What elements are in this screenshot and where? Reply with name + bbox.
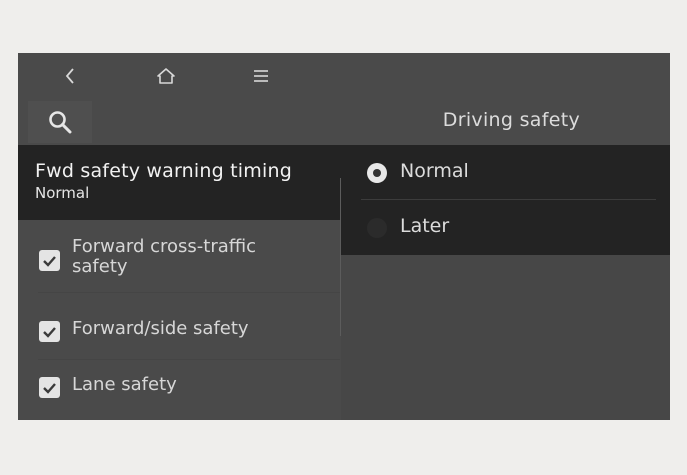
search-button[interactable] <box>28 101 92 143</box>
setting-value: Normal <box>35 184 90 202</box>
setting-lane-safety[interactable]: Lane safety <box>18 363 340 413</box>
options-empty-area <box>341 255 670 420</box>
setting-label: Forward/side safety <box>72 318 249 339</box>
radio-selected-icon[interactable] <box>367 163 387 183</box>
setting-forward-side-safety[interactable]: Forward/side safety <box>18 305 340 361</box>
checkbox[interactable] <box>39 377 60 398</box>
setting-forward-cross-traffic-safety[interactable]: Forward cross-traffic safety <box>18 237 340 295</box>
checkmark-icon <box>43 326 56 338</box>
divider <box>38 359 340 360</box>
chevron-left-icon <box>65 68 74 84</box>
checkmark-icon <box>43 255 56 267</box>
option-label: Later <box>400 215 450 237</box>
option-later[interactable]: Later <box>341 200 670 252</box>
setting-title: Fwd safety warning timing <box>35 160 292 182</box>
setting-fwd-safety-warning-timing[interactable]: Fwd safety warning timing Normal <box>18 145 343 220</box>
checkmark-icon <box>43 382 56 394</box>
option-label: Normal <box>400 160 469 182</box>
radio-unselected-icon[interactable] <box>367 218 387 238</box>
top-navigation <box>18 53 348 98</box>
checkbox[interactable] <box>39 250 60 271</box>
options-panel: Normal Later <box>341 145 670 255</box>
menu-icon <box>254 70 268 82</box>
back-button[interactable] <box>55 63 85 89</box>
menu-button[interactable] <box>246 63 276 89</box>
settings-list: Fwd safety warning timing Normal Forward… <box>18 145 343 420</box>
page-title: Driving safety <box>442 109 580 131</box>
checkbox[interactable] <box>39 321 60 342</box>
search-icon <box>49 111 72 134</box>
home-icon <box>157 68 175 84</box>
setting-label: Forward cross-traffic safety <box>72 236 257 277</box>
setting-label: Lane safety <box>72 374 177 395</box>
option-normal[interactable]: Normal <box>341 145 670 200</box>
infotainment-screen: Driving safety Fwd safety warning timing… <box>18 53 670 420</box>
divider <box>38 292 340 293</box>
home-button[interactable] <box>151 63 181 89</box>
